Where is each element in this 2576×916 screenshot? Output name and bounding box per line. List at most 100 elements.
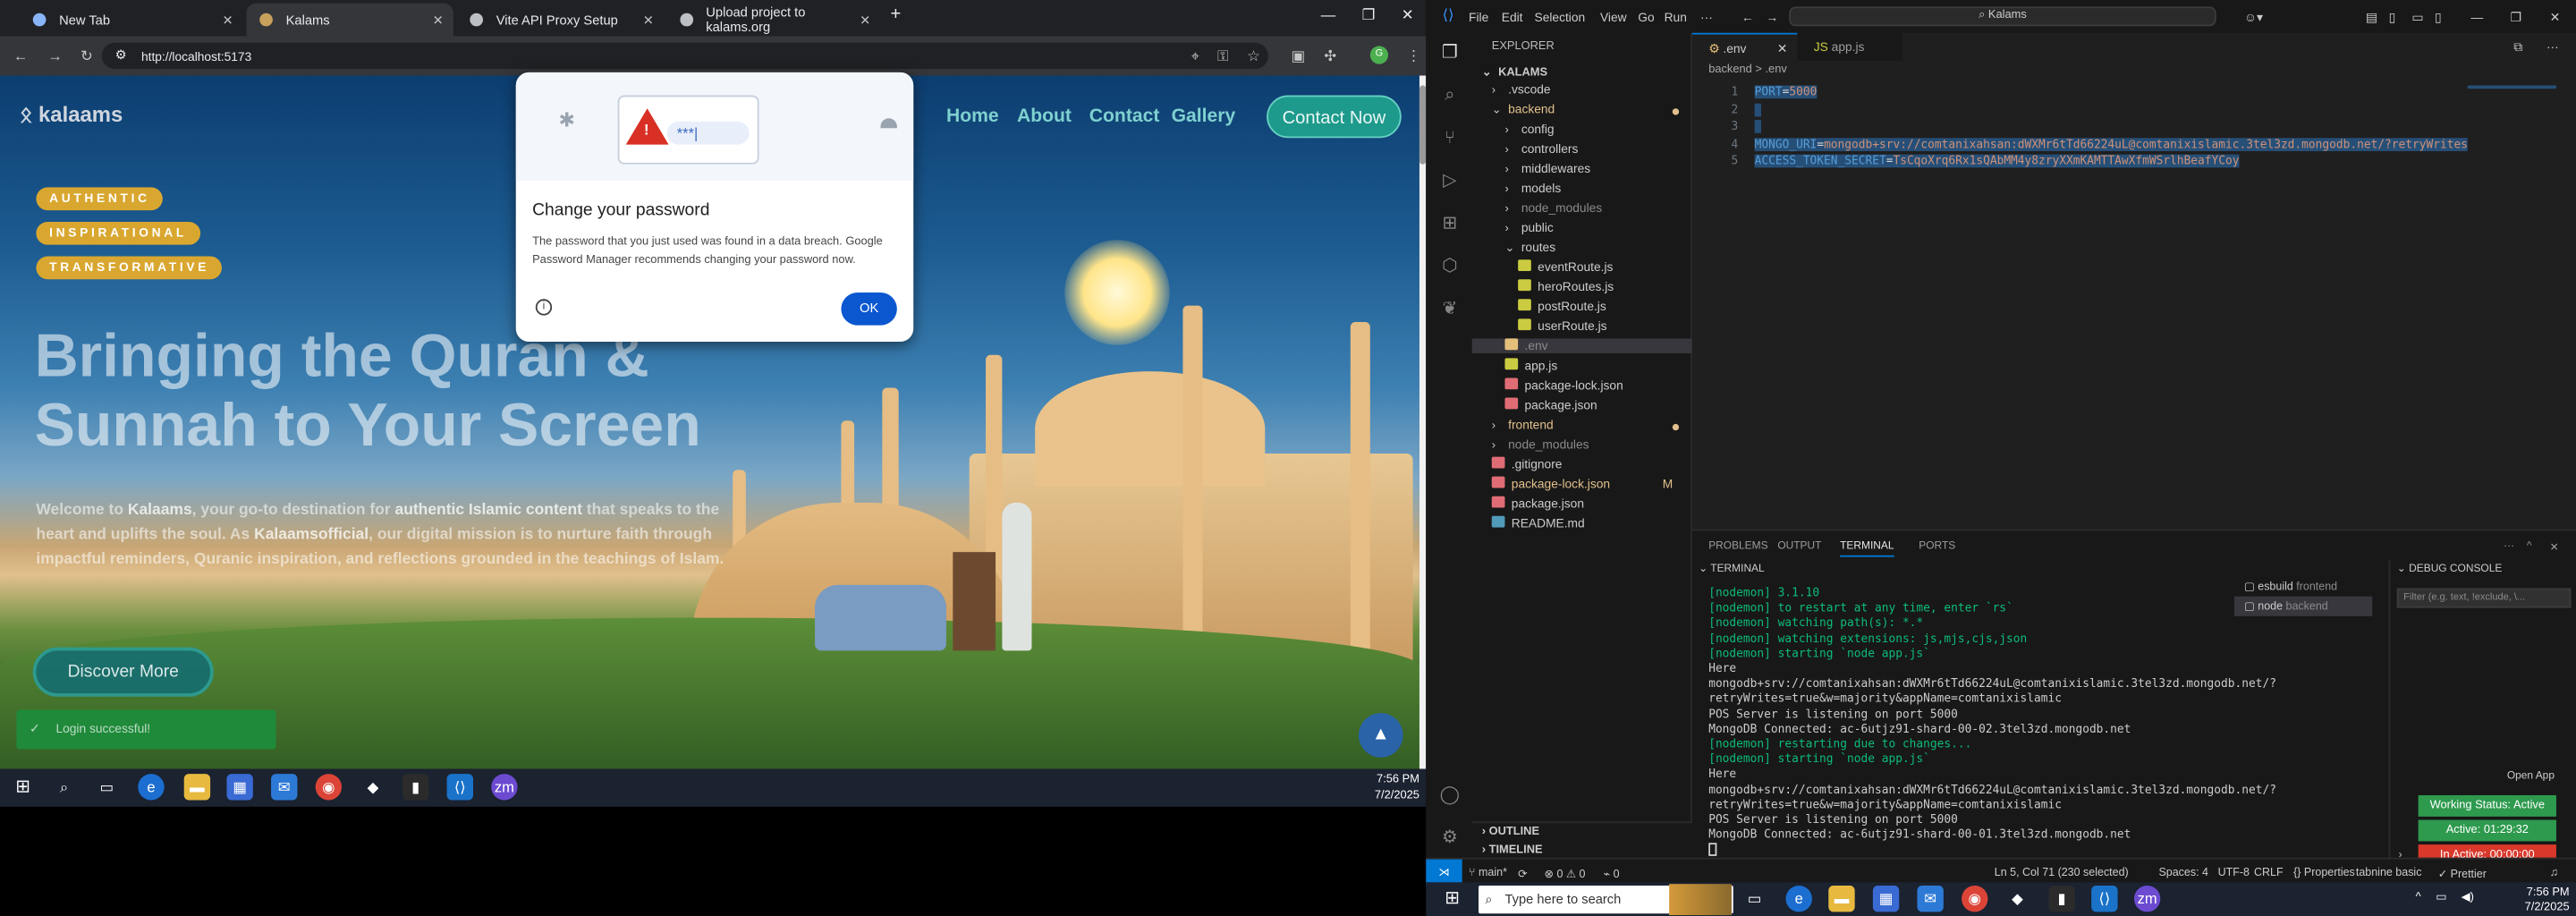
- back-icon[interactable]: ←: [13, 47, 29, 64]
- folder-node-modules[interactable]: › node_modules: [1504, 200, 1691, 216]
- nav-home[interactable]: Home: [946, 106, 999, 126]
- toggle-panel-icon[interactable]: ▭: [2411, 10, 2423, 25]
- remote-icon[interactable]: ⬡: [1439, 257, 1461, 278]
- notifications-bell-icon[interactable]: ♫: [2550, 868, 2558, 879]
- close-icon[interactable]: ✕: [433, 13, 444, 28]
- minimize-icon[interactable]: —: [2470, 10, 2483, 25]
- tab-upload-project[interactable]: Upload project to kalams.org ✕: [667, 5, 881, 35]
- terminal-icon[interactable]: ▮: [402, 774, 429, 801]
- encoding[interactable]: UTF-8: [2218, 868, 2250, 879]
- terminal-instance-node[interactable]: ▢ node backend: [2233, 596, 2373, 616]
- tab-problems[interactable]: PROBLEMS: [1708, 540, 1767, 552]
- problems-indicator[interactable]: ⊗ 0 ⚠ 0: [1545, 868, 1586, 881]
- outline-header[interactable]: › OUTLINE: [1482, 827, 1539, 838]
- file--gitignore[interactable]: .gitignore: [1491, 456, 1692, 471]
- new-tab-button[interactable]: +: [891, 5, 902, 25]
- toggle-sidebar-icon[interactable]: ▯: [2389, 10, 2396, 25]
- zoom-icon[interactable]: zm: [2133, 886, 2161, 912]
- close-window-icon[interactable]: ✕: [2550, 10, 2561, 25]
- maximize-panel-icon[interactable]: ^: [2527, 540, 2532, 552]
- ports-indicator[interactable]: ⌁ 0: [1604, 868, 1620, 881]
- clock[interactable]: 7:56 PM 7/2/2025: [1375, 772, 1419, 805]
- nav-gallery[interactable]: Gallery: [1172, 106, 1236, 126]
- tab-app-js[interactable]: JS app.js: [1797, 32, 1902, 61]
- cursor-position[interactable]: Ln 5, Col 71 (230 selected): [1995, 868, 2129, 879]
- line-ending[interactable]: CRLF: [2254, 868, 2284, 879]
- run-debug-icon[interactable]: ▷: [1439, 171, 1461, 192]
- code-line[interactable]: [1754, 102, 1762, 116]
- folder-routes[interactable]: ⌄ routes: [1504, 240, 1691, 255]
- settings-gear-icon[interactable]: ⚙: [1439, 828, 1461, 850]
- reload-icon[interactable]: ↻: [80, 47, 93, 65]
- file-app-js[interactable]: app.js: [1504, 358, 1691, 373]
- extensions-icon[interactable]: ⊞: [1439, 214, 1461, 235]
- indentation[interactable]: Spaces: 4: [2158, 868, 2208, 879]
- vscode-icon[interactable]: ⟨⟩: [2091, 886, 2118, 912]
- file-eventroute-js[interactable]: eventRoute.js: [1518, 259, 1692, 275]
- file-readme-md[interactable]: README.md: [1491, 515, 1692, 530]
- address-bar[interactable]: ⚙ http://localhost:5173: [101, 42, 1268, 70]
- folder-frontend[interactable]: › frontend: [1492, 418, 1692, 432]
- nav-about[interactable]: About: [1017, 106, 1072, 126]
- contact-now-button[interactable]: Contact Now: [1267, 95, 1402, 139]
- kalaams-logo[interactable]: ᛟ kalaams: [20, 102, 123, 127]
- close-panel-icon[interactable]: ✕: [2550, 540, 2559, 554]
- page-scrollbar[interactable]: [1419, 75, 1427, 769]
- file-postroute-js[interactable]: postRoute.js: [1518, 299, 1692, 314]
- site-info-icon[interactable]: ⚙: [115, 47, 127, 63]
- terminal-instance-esbuild[interactable]: ▢ esbuild frontend: [2234, 577, 2372, 597]
- restore-icon[interactable]: ❐: [1362, 6, 1376, 24]
- file-explorer-icon[interactable]: ▬: [183, 774, 211, 801]
- terminal-section-header[interactable]: ⌄ TERMINAL: [1699, 562, 1764, 575]
- prettier-status[interactable]: ✓ Prettier: [2438, 868, 2487, 881]
- menu-more[interactable]: ···: [1700, 10, 1713, 25]
- scrollbar-thumb[interactable]: [1419, 85, 1427, 165]
- location-icon[interactable]: ⌖: [1191, 47, 1199, 65]
- branch-indicator[interactable]: ⑂ main*: [1469, 868, 1507, 879]
- source-control-icon[interactable]: ⑂: [1439, 128, 1461, 149]
- tab-ports[interactable]: PORTS: [1919, 540, 1955, 552]
- code-line[interactable]: ACCESS_TOKEN_SECRET=TsCqoXrq6Rx1sQAbMM4y…: [1754, 154, 2240, 168]
- search-icon[interactable]: ⌕: [1439, 86, 1461, 107]
- workspace-root[interactable]: ⌄ KALAMS: [1482, 65, 1547, 79]
- explorer-icon[interactable]: ❐: [1439, 43, 1461, 64]
- folder-models[interactable]: › models: [1504, 181, 1691, 196]
- scroll-to-top-button[interactable]: ▲: [1358, 713, 1403, 758]
- folder-middlewares[interactable]: › middlewares: [1504, 161, 1691, 176]
- vscode-icon[interactable]: ⟨⟩: [446, 774, 473, 801]
- volume-icon[interactable]: ◀): [2454, 886, 2480, 912]
- tab-new-tab[interactable]: New Tab ✕: [20, 6, 243, 32]
- password-key-icon[interactable]: ⚿: [1217, 47, 1229, 65]
- minimap[interactable]: [2467, 75, 2560, 91]
- terminal-icon[interactable]: ▮: [2048, 886, 2075, 912]
- menu-icon[interactable]: ⋮: [1406, 47, 1421, 65]
- code-line[interactable]: [1754, 120, 1762, 133]
- windows-start-icon[interactable]: ⊞: [1439, 886, 1465, 912]
- chrome-icon[interactable]: ◉: [315, 774, 343, 801]
- minimize-icon[interactable]: —: [1321, 6, 1336, 22]
- timeline-header[interactable]: › TIMELINE: [1482, 844, 1543, 856]
- network-icon[interactable]: ▭: [2428, 886, 2454, 912]
- close-icon[interactable]: ✕: [1777, 35, 1788, 63]
- more-actions-icon[interactable]: ···: [2530, 33, 2576, 61]
- mail-icon[interactable]: ✉: [271, 774, 298, 801]
- file-explorer-icon[interactable]: ▬: [1828, 886, 1855, 912]
- nav-contact[interactable]: Contact: [1089, 106, 1160, 126]
- tab-terminal[interactable]: TERMINAL: [1840, 540, 1894, 557]
- file-userroute-js[interactable]: userRoute.js: [1518, 318, 1692, 334]
- zoom-icon[interactable]: zm: [491, 774, 518, 801]
- file-heroroutes-js[interactable]: heroRoutes.js: [1518, 279, 1692, 294]
- menu-file[interactable]: File: [1469, 10, 1488, 25]
- profile-avatar-icon[interactable]: G: [1369, 46, 1389, 64]
- info-icon[interactable]: i: [535, 299, 553, 316]
- tab-env[interactable]: ⚙ .env ✕: [1691, 32, 1798, 63]
- file-package-lock-json[interactable]: package-lock.json M: [1491, 476, 1692, 491]
- more-icon[interactable]: ···: [2504, 540, 2514, 552]
- toggle-secondary-icon[interactable]: ▯: [2435, 10, 2442, 25]
- task-view-icon[interactable]: ▭: [1741, 886, 1767, 912]
- app-icon[interactable]: ◆: [360, 774, 386, 800]
- chrome-icon[interactable]: ◉: [1962, 886, 1988, 912]
- code-line[interactable]: PORT=5000: [1754, 85, 1818, 99]
- menu-edit[interactable]: Edit: [1502, 10, 1523, 25]
- file-package-json[interactable]: package.json: [1504, 397, 1691, 412]
